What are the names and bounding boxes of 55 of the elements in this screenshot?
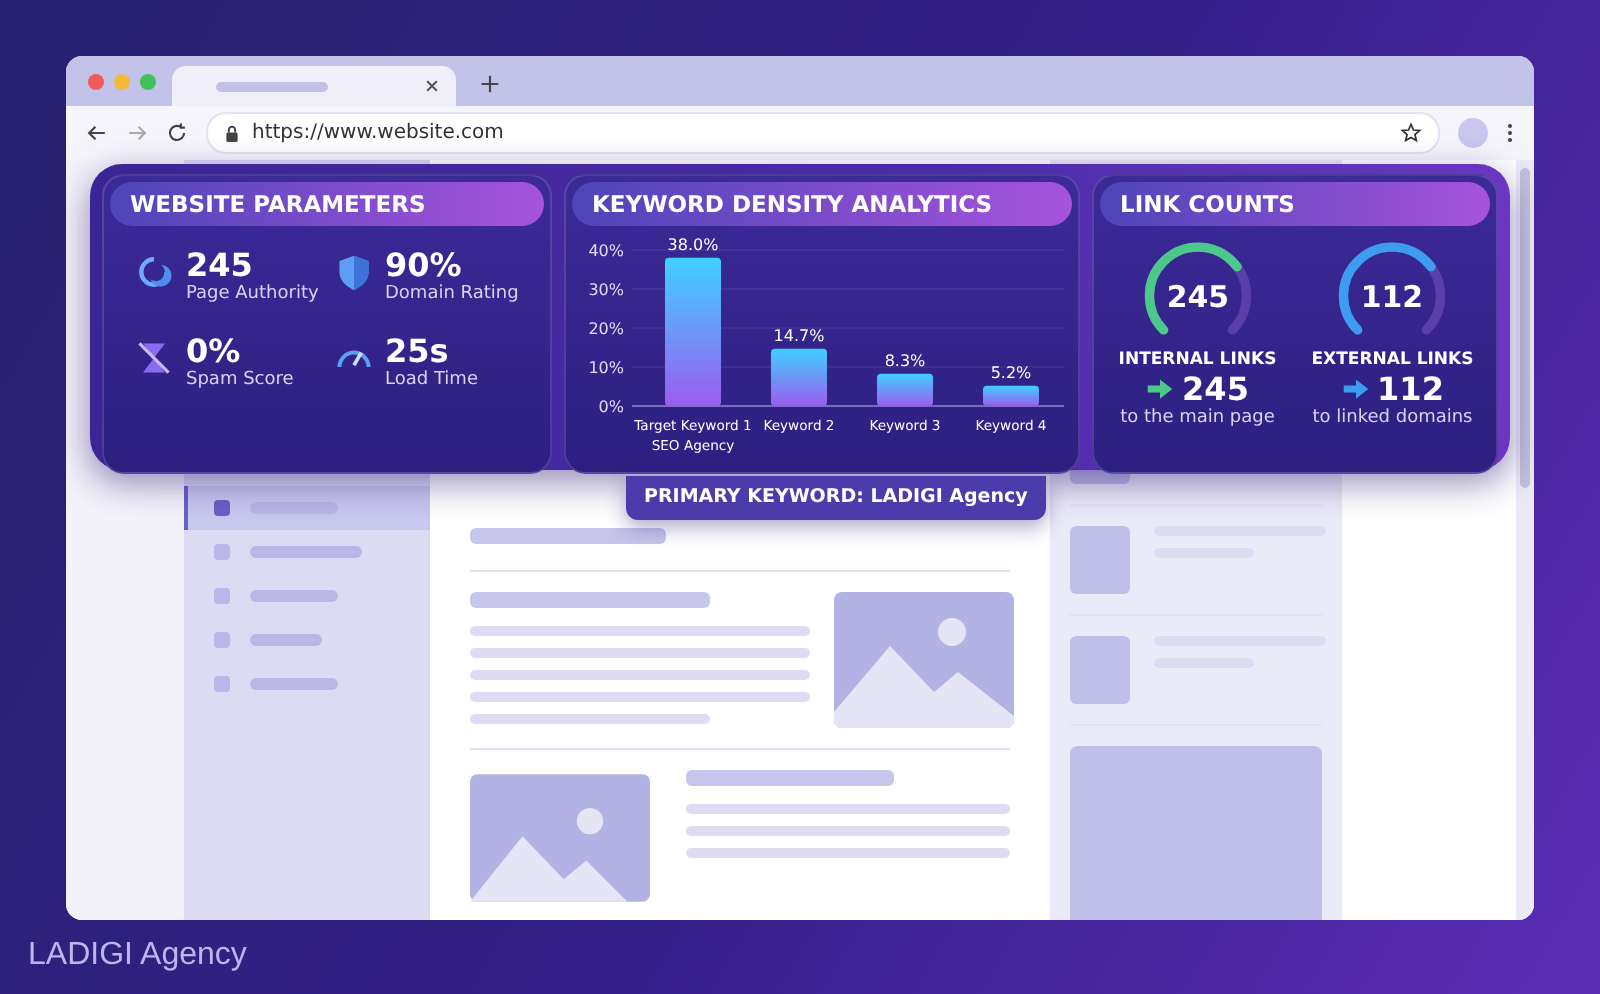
forward-icon[interactable] (126, 122, 148, 144)
link-type-label: INTERNAL LINKS (1118, 350, 1277, 370)
card-header: KEYWORD DENSITY ANALYTICS (572, 182, 1072, 226)
axis-label: 10% (588, 359, 624, 377)
arrow-icon (1341, 378, 1370, 400)
minimize-window-icon[interactable] (114, 74, 130, 90)
value-label: 5.2% (990, 363, 1032, 382)
refresh-icon (134, 252, 174, 292)
axis-label: 40% (588, 242, 624, 260)
value-label: 8.3% (884, 351, 926, 370)
close-icon[interactable] (424, 78, 440, 94)
menu-icon[interactable] (1506, 122, 1514, 144)
metric-label: Spam Score (186, 370, 294, 390)
blocked-hourglass-icon (134, 338, 174, 378)
metric-label: Load Time (385, 370, 478, 390)
value-label: 14.7% (773, 326, 825, 345)
metric-value: 25s (385, 332, 451, 370)
bar (877, 373, 933, 406)
link-count: 245 (1182, 370, 1249, 408)
scrollbar[interactable] (1516, 160, 1534, 920)
new-tab-icon[interactable] (480, 74, 500, 94)
star-icon[interactable] (1400, 122, 1422, 144)
image-placeholder (1070, 636, 1130, 704)
primary-keyword-tooltip: PRIMARY KEYWORD: LADIGI Agency (626, 476, 1046, 520)
metric-label: Page Authority (186, 284, 319, 304)
close-window-icon[interactable] (88, 74, 104, 90)
link-type-label: EXTERNAL LINKS (1311, 350, 1474, 370)
card-header: WEBSITE PARAMETERS (110, 182, 544, 226)
axis-label: 20% (588, 320, 624, 338)
shield-icon (333, 252, 373, 292)
link-note: to linked domains (1312, 408, 1473, 428)
lock-icon (224, 123, 240, 143)
back-icon[interactable] (86, 122, 108, 144)
gauge-value: 112 (1361, 278, 1424, 315)
bar (771, 348, 827, 406)
metric-value: 90% (385, 246, 464, 284)
gauge-value: 245 (1166, 278, 1229, 315)
brand-name: LADIGI Agency (28, 938, 249, 974)
maximize-window-icon[interactable] (140, 74, 156, 90)
card-header: LINK COUNTS (1100, 182, 1490, 226)
profile-avatar[interactable] (1458, 118, 1488, 148)
image-placeholder (1070, 526, 1130, 594)
link-count: 112 (1377, 370, 1444, 408)
link-note: to the main page (1120, 408, 1275, 428)
metric-value: 0% (186, 332, 243, 370)
metric-value: 245 (186, 246, 255, 284)
address-field[interactable]: https://www.website.com (206, 112, 1440, 154)
arrow-icon (1146, 378, 1175, 400)
sidebar-item[interactable] (184, 486, 430, 530)
axis-label: 30% (588, 281, 624, 299)
reload-icon[interactable] (166, 122, 188, 144)
axis-label: 0% (598, 398, 624, 416)
metric-label: Domain Rating (385, 284, 519, 304)
value-label: 38.0% (667, 235, 719, 254)
bar (983, 385, 1039, 406)
